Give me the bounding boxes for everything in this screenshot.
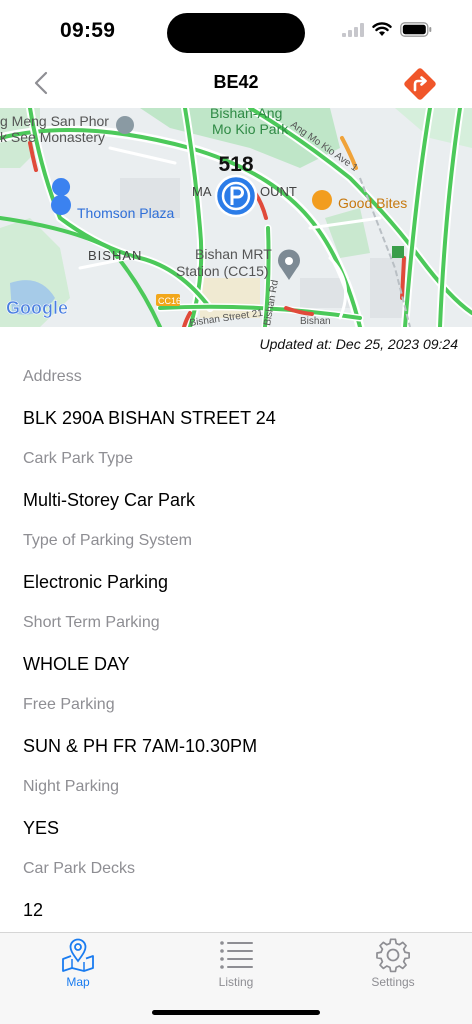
- map-label-bishan-ang-1: Bishan-Ang: [210, 108, 282, 121]
- detail-address: Address BLK 290A BISHAN STREET 24: [23, 358, 453, 440]
- signal-icon: [342, 22, 364, 37]
- detail-value: SUN & PH FR 7AM-10.30PM: [23, 736, 258, 756]
- map-label-bishan: BISHAN: [88, 248, 142, 263]
- nav-bar: BE42: [0, 62, 472, 108]
- battery-icon: [400, 22, 432, 37]
- map-label-meng-san-1: g Meng San Phor: [0, 113, 109, 129]
- google-logo: Google: [6, 298, 68, 318]
- tab-settings[interactable]: Settings: [343, 937, 443, 989]
- map-view[interactable]: g Meng San Phor k See Monastery Bishan-A…: [0, 108, 472, 327]
- detail-value: 12: [23, 900, 44, 920]
- directions-button[interactable]: [402, 66, 438, 102]
- map-canvas[interactable]: g Meng San Phor k See Monastery Bishan-A…: [0, 108, 472, 327]
- detail-value: WHOLE DAY: [23, 654, 130, 674]
- map-label-thomson-plaza: Thomson Plaza: [77, 205, 174, 221]
- detail-label: Short Term Parking: [23, 614, 160, 631]
- home-indicator: [152, 1010, 320, 1015]
- map-label-mall-partial-1: MA: [192, 184, 212, 199]
- detail-label: Type of Parking System: [23, 532, 192, 549]
- map-label-cc16: CC16: [158, 296, 181, 306]
- detail-label: Night Parking: [23, 778, 120, 795]
- detail-label: Car Park Decks: [23, 860, 136, 877]
- detail-free-parking: Free Parking SUN & PH FR 7AM-10.30PM: [23, 686, 453, 768]
- map-label-bishan-ang-2: Mo Kio Park: [212, 121, 289, 137]
- detail-value: Electronic Parking: [23, 572, 169, 592]
- tab-map[interactable]: Map: [28, 937, 128, 989]
- map-label-good-bites: Good Bites: [338, 195, 407, 211]
- detail-decks: Car Park Decks 12: [23, 850, 453, 932]
- map-label-mrt-2: Station (CC15): [176, 263, 269, 279]
- map-label-mall-partial-2: OUNT: [260, 184, 297, 199]
- shopping-pin-dot: [51, 195, 71, 215]
- directions-icon: [404, 68, 436, 100]
- status-bar: 09:59: [0, 0, 472, 62]
- map-label-bishan-trail: Bishan: [300, 316, 331, 327]
- tab-bar: Map Listing Settings: [0, 932, 472, 1024]
- wifi-icon: [372, 22, 392, 36]
- carpark-marker[interactable]: 518: [214, 153, 258, 218]
- temple-icon: [116, 116, 134, 134]
- tab-listing[interactable]: Listing: [186, 937, 286, 989]
- list-icon: [220, 941, 253, 969]
- dynamic-island: [167, 13, 305, 53]
- tab-label: Map: [66, 975, 90, 989]
- gear-icon: [376, 938, 410, 973]
- detail-label: Cark Park Type: [23, 450, 133, 467]
- updated-at: Updated at: Dec 25, 2023 09:24: [259, 336, 458, 352]
- detail-label: Free Parking: [23, 696, 115, 713]
- map-label-mrt-1: Bishan MRT: [195, 246, 272, 262]
- tab-label: Settings: [371, 975, 415, 989]
- status-time: 09:59: [60, 19, 116, 42]
- map-label-meng-san-2: k See Monastery: [0, 129, 105, 145]
- carpark-details: Address BLK 290A BISHAN STREET 24 Cark P…: [23, 358, 453, 932]
- detail-value: Multi-Storey Car Park: [23, 490, 196, 510]
- detail-label: Address: [23, 368, 82, 385]
- detail-value: YES: [23, 818, 60, 838]
- route-sign-icon: [392, 246, 404, 258]
- carpark-marker-label: 518: [218, 153, 253, 176]
- detail-value: BLK 290A BISHAN STREET 24: [23, 408, 276, 428]
- detail-night-parking: Night Parking YES: [23, 768, 453, 850]
- detail-short-term: Short Term Parking WHOLE DAY: [23, 604, 453, 686]
- tab-label: Listing: [218, 975, 254, 989]
- cafe-icon: [312, 190, 332, 210]
- detail-parking-system: Type of Parking System Electronic Parkin…: [23, 522, 453, 604]
- status-icons: [342, 22, 432, 37]
- mrt-pin-dot: [285, 257, 293, 265]
- detail-carpark-type: Cark Park Type Multi-Storey Car Park: [23, 440, 453, 522]
- map-pin-icon: [62, 938, 94, 972]
